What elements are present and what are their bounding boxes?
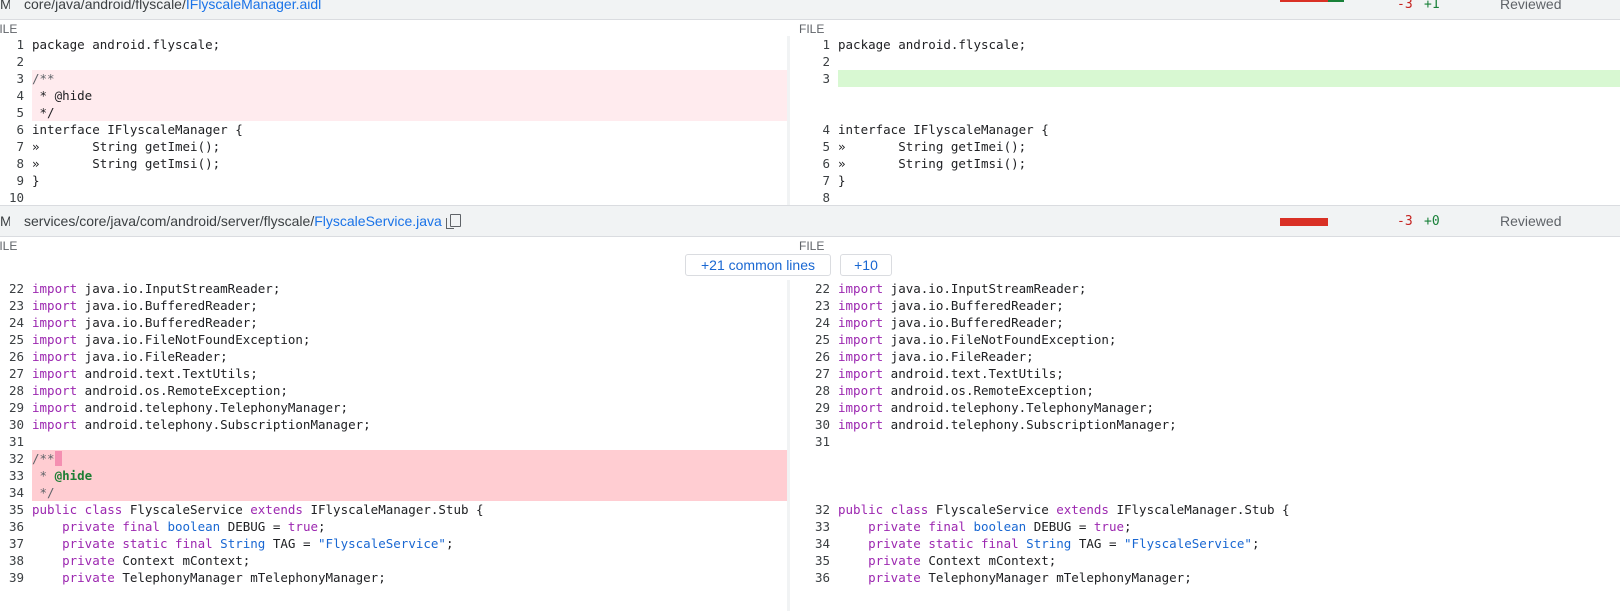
diff-line: 28 import android.os.RemoteException; [814, 383, 1094, 398]
file-header-java[interactable]: M services/core/java/com/android/server/… [0, 205, 1620, 237]
diff-line: 8 [822, 190, 830, 205]
diff-line: 29 import android.telephony.TelephonyMana… [8, 400, 349, 415]
diff-line: 27 import android.text.TextUtils; [814, 366, 1064, 381]
diff-line: 2 [822, 54, 830, 69]
diff-line: 32 public class FlyscaleService extends I… [814, 502, 1290, 517]
diff-line: 22 import java.io.InputStreamReader; [814, 281, 1087, 296]
file-path-prefix: services/core/java/com/android/server/fl… [24, 213, 315, 229]
file-name-link[interactable]: IFlyscaleManager.aidl [186, 0, 321, 12]
diff-line: 28 import android.os.RemoteException; [8, 383, 288, 398]
removed-line: 4 * @hide [0, 87, 787, 104]
deletions-bar [1280, 218, 1328, 226]
file-header-aidl[interactable]: M core/java/android/flyscale/IFlyscaleMa… [0, 0, 1620, 20]
diff-line: 9} [16, 173, 40, 188]
removed-line: 33 * @hide [0, 467, 787, 484]
diff-gap [800, 87, 1620, 104]
file-path[interactable]: services/core/java/com/android/server/fl… [24, 213, 461, 229]
diff-line: 4 interface IFlyscaleManager { [822, 122, 1049, 137]
right-column-label: FILE [799, 239, 825, 253]
file-path-prefix: core/java/android/flyscale/ [24, 0, 186, 12]
removed-line: 32/** [0, 450, 787, 467]
diff-line: 23 import java.io.BufferedReader; [8, 298, 258, 313]
reviewed-status[interactable]: Reviewed [1500, 0, 1561, 12]
column-header-row: FILE FILE [0, 237, 1620, 255]
additions-count: +1 [1424, 0, 1440, 12]
diff-line: 25 import java.io.FileNotFoundException; [814, 332, 1117, 347]
diff-line: 25 import java.io.FileNotFoundException; [8, 332, 311, 347]
diff-left-pane: 22 import java.io.InputStreamReader; 23 im… [0, 280, 787, 586]
left-column-label: FILE [0, 239, 18, 253]
removed-line: 3/** [0, 70, 787, 87]
diff-left-pane: 1 package android.flyscale; 2 3/** 4 * @h… [0, 36, 787, 206]
diff-line: 7» String getImei(); [16, 139, 221, 154]
diff-gap [800, 450, 1620, 467]
diff-line: 37 private static final String TAG = "Fl… [8, 536, 454, 551]
file-path[interactable]: core/java/android/flyscale/IFlyscaleMana… [24, 0, 321, 12]
expand-common-lines-button[interactable]: +21 common lines [685, 254, 831, 276]
diff-line: 24 import java.io.BufferedReader; [8, 315, 258, 330]
pane-divider [787, 280, 790, 611]
diff-line: 27 import android.text.TextUtils; [8, 366, 258, 381]
diff-line: 24 import java.io.BufferedReader; [814, 315, 1064, 330]
diff-line: 38 private Context mContext; [8, 553, 251, 568]
diff-line: 36 private final boolean DEBUG = true; [8, 519, 326, 534]
added-line: 3 [800, 70, 1620, 87]
diff-line: 31 [8, 434, 24, 449]
deletions-bar [1280, 0, 1328, 2]
diff-right-pane: 22 import java.io.InputStreamReader; 23 im… [800, 280, 1620, 586]
diff-line: 1 package android.flyscale; [822, 37, 1027, 52]
right-column-label: FILE [799, 22, 825, 36]
diff-gap [800, 467, 1620, 484]
file-status-badge: M [0, 0, 10, 12]
diff-line: 7} [822, 173, 846, 188]
diff-gap [800, 484, 1620, 501]
diff-line: 2 [16, 54, 24, 69]
removed-line: 34 */ [0, 484, 787, 501]
reviewed-status[interactable]: Reviewed [1500, 213, 1561, 229]
diff-line: 22 import java.io.InputStreamReader; [8, 281, 281, 296]
deletions-count: -3 [1397, 214, 1413, 229]
pane-divider [787, 36, 790, 206]
diff-line: 23 import java.io.BufferedReader; [814, 298, 1064, 313]
deletions-count: -3 [1397, 0, 1413, 12]
diff-line: 26 import java.io.FileReader; [8, 349, 228, 364]
diff-line: 33 private final boolean DEBUG = true; [814, 519, 1132, 534]
diff-line: 8» String getImsi(); [16, 156, 221, 171]
diff-line: 26 import java.io.FileReader; [814, 349, 1034, 364]
left-column-label: FILE [0, 22, 18, 36]
diff-line: 6» String getImsi(); [822, 156, 1027, 171]
diff-line: 29 import android.telephony.TelephonyMana… [814, 400, 1155, 415]
diff-line: 31 [814, 434, 830, 449]
diff-line: 30 import android.telephony.SubscriptionM… [814, 417, 1177, 432]
diff-line: 10 [8, 190, 24, 205]
diff-line: 34 private static final String TAG = "Fl… [814, 536, 1260, 551]
diff-line: 5» String getImei(); [822, 139, 1027, 154]
diff-line: 35 private Context mContext; [814, 553, 1057, 568]
diff-line: 36 private TelephonyManager mTelephonyMa… [814, 570, 1192, 585]
diff-line: 6 interface IFlyscaleManager { [16, 122, 243, 137]
diff-line: 39 private TelephonyManager mTelephonyMa… [8, 570, 386, 585]
removed-line: 5 */ [0, 104, 787, 121]
file-status-badge: M [0, 213, 10, 229]
diff-line: 1 package android.flyscale; [16, 37, 221, 52]
diff-right-pane: 1 package android.flyscale; 2 3 4 interfac… [800, 36, 1620, 206]
copy-icon[interactable] [445, 214, 461, 229]
expand-more-lines-button[interactable]: +10 [840, 254, 892, 276]
diff-line: 35 public class FlyscaleService extends I… [8, 502, 484, 517]
diff-line: 30 import android.telephony.SubscriptionM… [8, 417, 371, 432]
additions-bar [1328, 0, 1344, 2]
additions-count: +0 [1424, 214, 1440, 229]
diff-gap [800, 104, 1620, 121]
file-name-link[interactable]: FlyscaleService.java [314, 213, 442, 229]
